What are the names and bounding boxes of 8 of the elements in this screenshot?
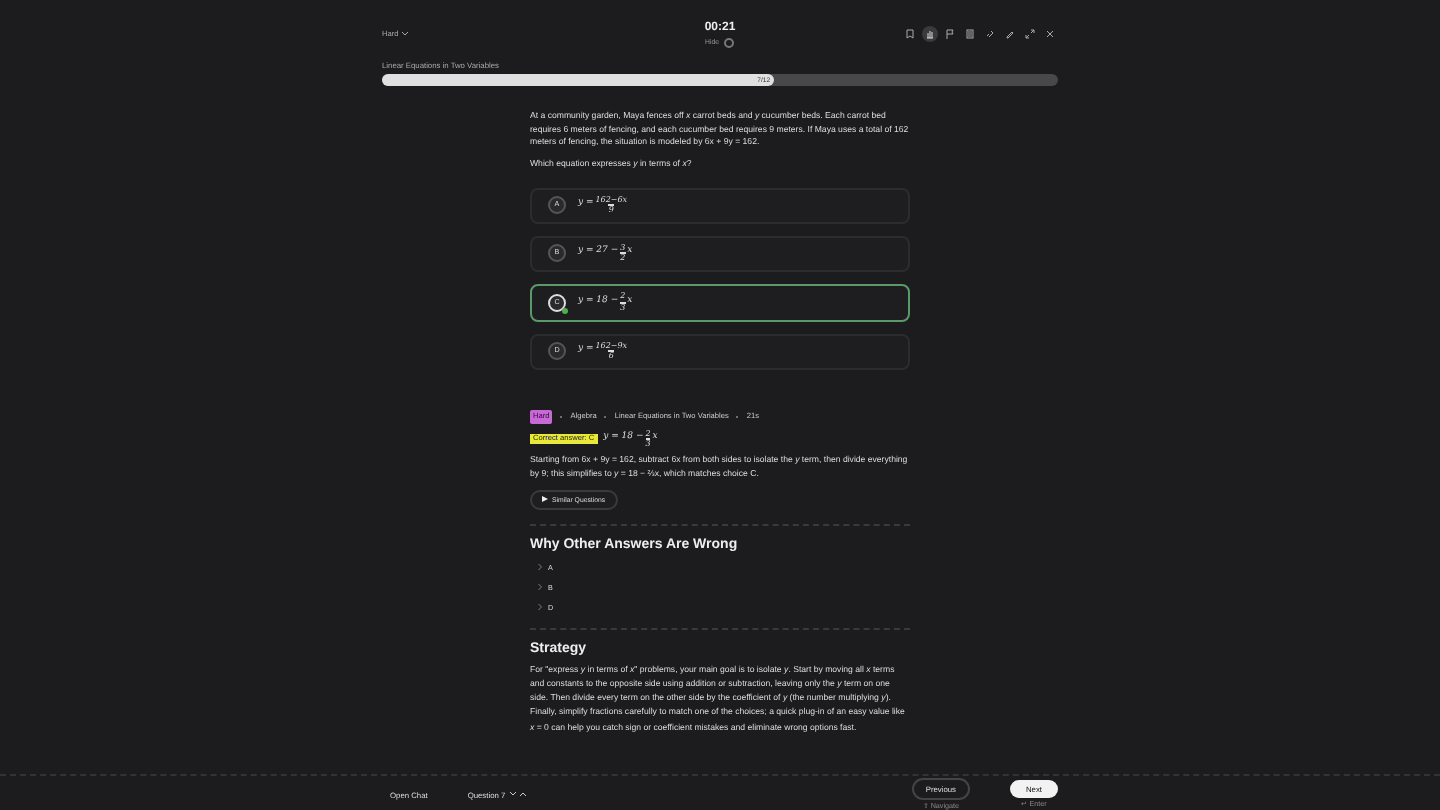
pen-icon[interactable] — [1002, 26, 1018, 42]
expand-icon[interactable] — [1022, 26, 1038, 42]
check-icon — [562, 307, 568, 314]
bookmark-icon[interactable] — [902, 26, 918, 42]
close-icon[interactable] — [1042, 26, 1058, 42]
flag-icon[interactable] — [942, 26, 958, 42]
toggle-icon[interactable] — [724, 37, 735, 47]
play-icon — [542, 496, 548, 503]
